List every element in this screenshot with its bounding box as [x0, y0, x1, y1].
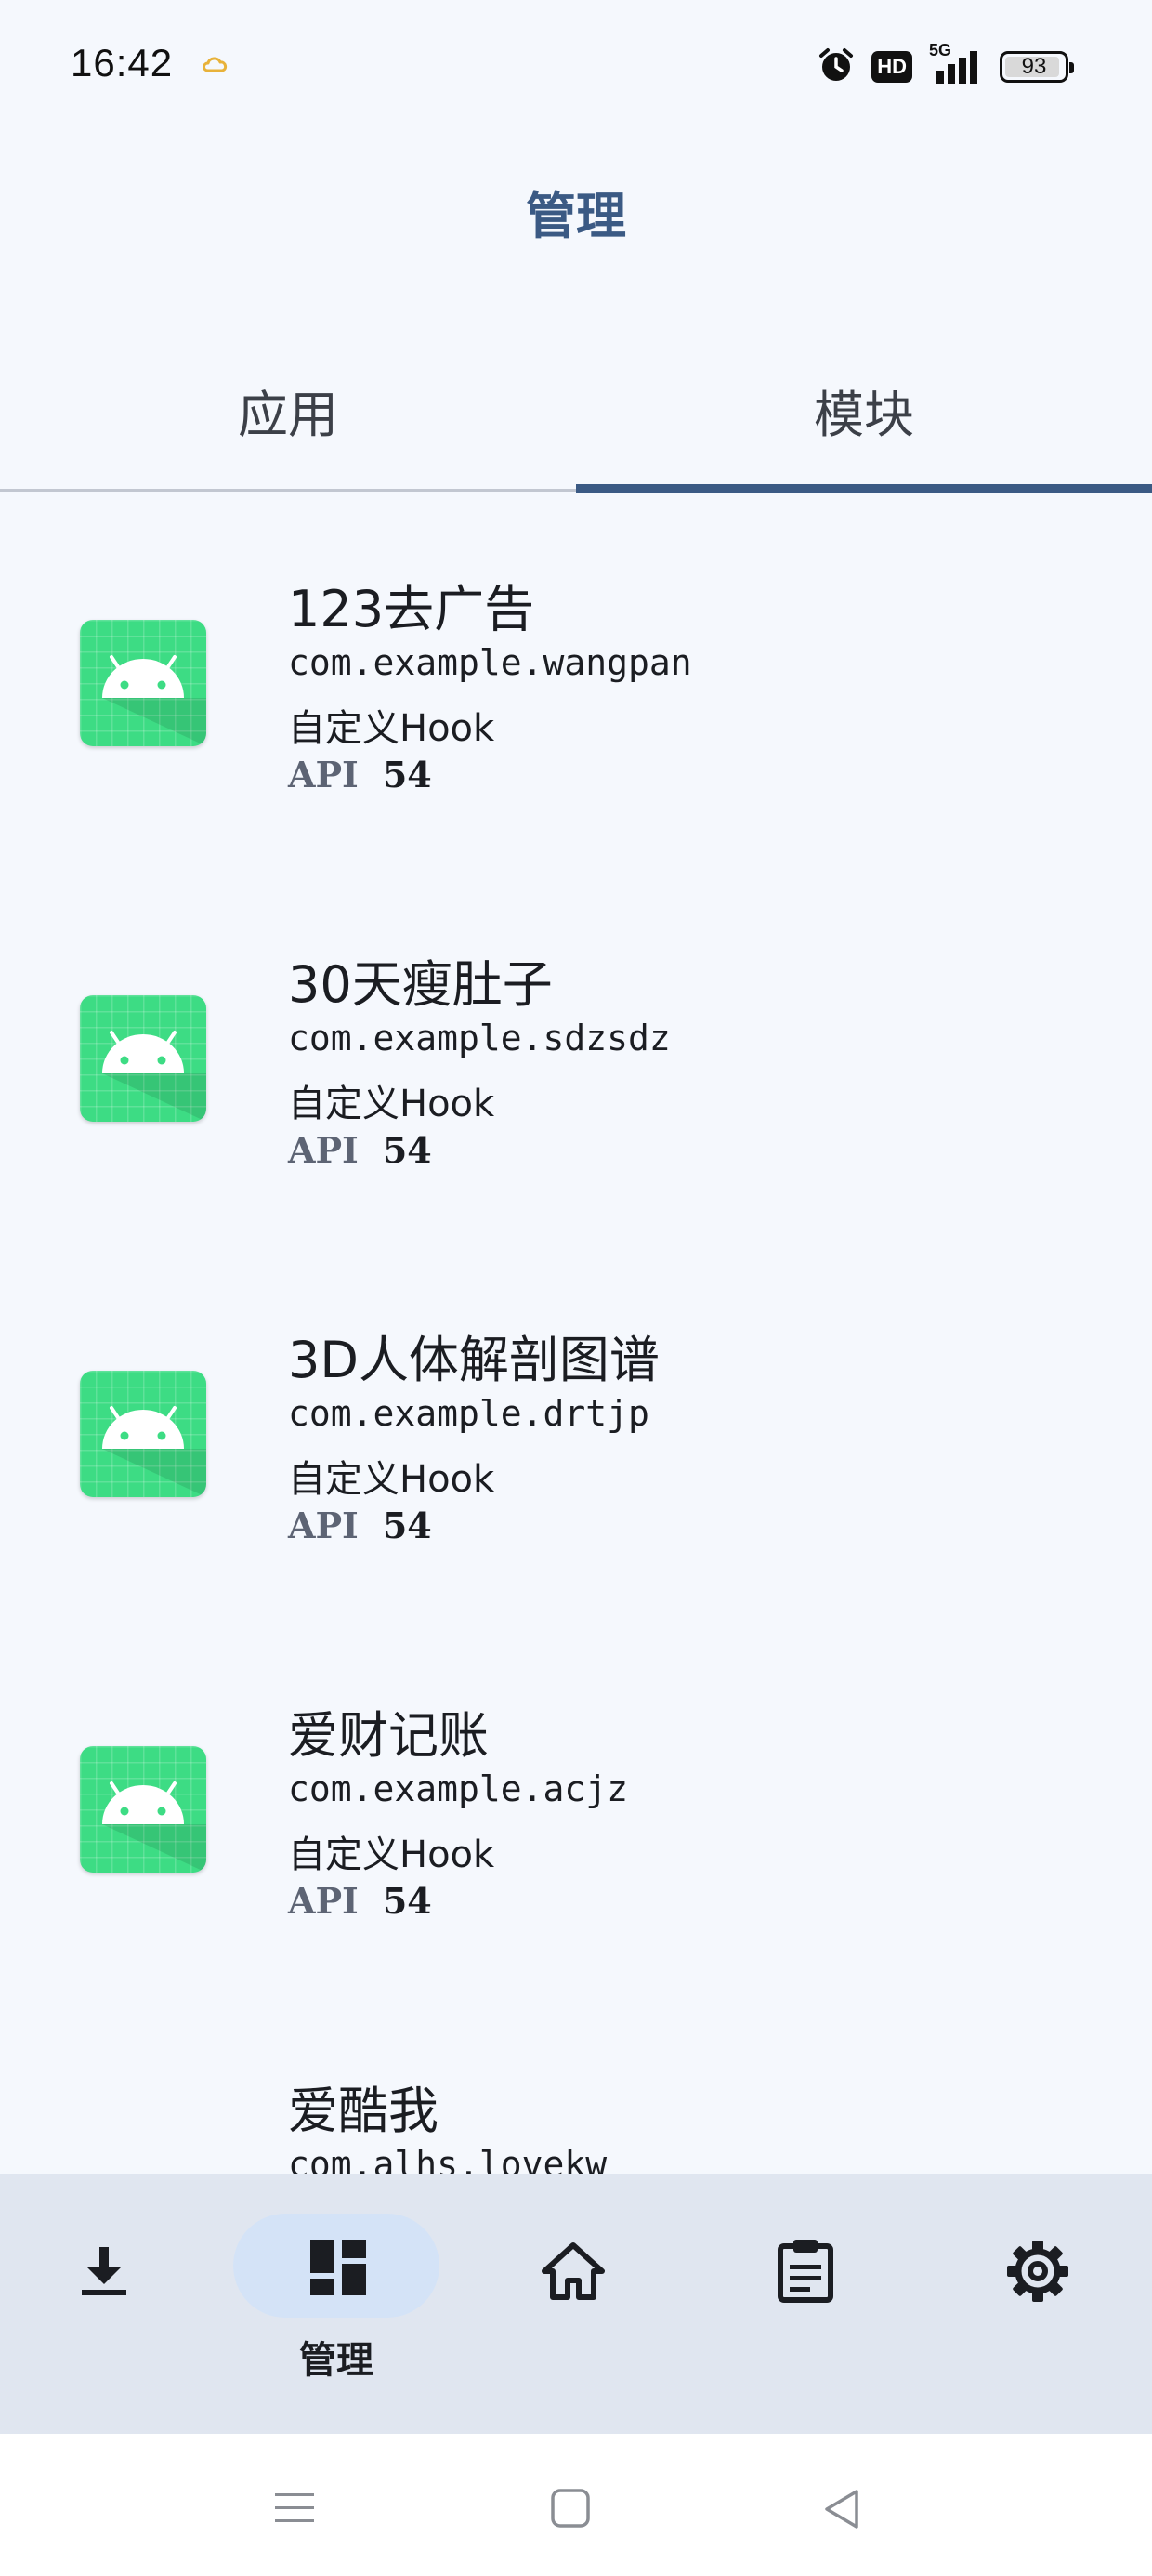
module-package: com.example.acjz [288, 1768, 629, 1809]
clipboard-icon [778, 2240, 833, 2303]
alarm-icon [818, 46, 855, 87]
module-description: 自定义Hook [288, 707, 495, 750]
list-item[interactable]: 爱酷我 com.alhs.lovekw [0, 1995, 1152, 2174]
module-api: API 54 [288, 1129, 432, 1171]
api-value: 54 [382, 1505, 432, 1546]
module-package: com.example.wangpan [288, 642, 692, 683]
api-label: API [288, 1880, 359, 1922]
api-value: 54 [382, 1129, 432, 1171]
api-label: API [288, 754, 359, 795]
module-name: 3D人体解剖图谱 [288, 1331, 660, 1389]
cloud-icon [200, 54, 231, 78]
status-time: 16:42 [71, 41, 174, 85]
nav-manage[interactable]: 管理 [204, 2174, 468, 2434]
nav-logs[interactable] [691, 2174, 922, 2434]
download-icon [82, 2247, 126, 2295]
menu-icon[interactable] [273, 2490, 316, 2527]
battery-indicator: 93 [1000, 51, 1074, 83]
battery-level: 93 [1021, 54, 1047, 79]
module-api: API 54 [288, 1880, 432, 1922]
android-icon [80, 1371, 206, 1497]
system-navigation-bar [0, 2434, 1152, 2576]
android-icon [80, 1746, 206, 1873]
android-icon [80, 620, 206, 746]
back-icon[interactable] [821, 2488, 862, 2530]
signal-5g-icon: 5G [929, 41, 983, 85]
module-package: com.example.drtjp [288, 1393, 649, 1434]
nav-manage-label: 管理 [299, 2339, 373, 2382]
module-name: 30天瘦肚子 [288, 955, 553, 1014]
hd-badge: HD [871, 51, 912, 83]
home-button-icon[interactable] [550, 2488, 591, 2529]
module-name: 123去广告 [288, 580, 535, 638]
module-description: 自定义Hook [288, 1083, 495, 1125]
api-value: 54 [382, 754, 432, 795]
page-title: 管理 [526, 187, 626, 245]
module-name: 爱财记账 [288, 1706, 489, 1765]
dashboard-icon [310, 2240, 366, 2295]
nav-home[interactable] [461, 2174, 691, 2434]
module-description: 自定义Hook [288, 1458, 495, 1501]
module-description: 自定义Hook [288, 1833, 495, 1876]
home-icon [542, 2242, 605, 2300]
module-api: API 54 [288, 1505, 432, 1546]
manager-screen: 16:42 HD 5G 93 管理 应用 模块 123去广告 com.examp… [0, 0, 1152, 2576]
api-value: 54 [382, 1880, 432, 1922]
bottom-navigation: 管理 [0, 2174, 1152, 2434]
android-icon [80, 995, 206, 1122]
list-item[interactable]: 爱财记账 com.example.acjz 自定义Hook API 54 [0, 1620, 1152, 1995]
tab-modules[interactable]: 模块 [576, 344, 1152, 493]
tab-apps-label: 应用 [238, 386, 338, 444]
module-list[interactable]: 123去广告 com.example.wangpan 自定义Hook API 54… [0, 493, 1152, 2174]
tab-bar: 应用 模块 [0, 344, 1152, 493]
module-name: 爱酷我 [288, 2082, 439, 2140]
list-item[interactable]: 3D人体解剖图谱 com.example.drtjp 自定义Hook API 54 [0, 1244, 1152, 1620]
list-item[interactable]: 123去广告 com.example.wangpan 自定义Hook API 54 [0, 493, 1152, 869]
api-label: API [288, 1129, 359, 1171]
tab-modules-label: 模块 [814, 386, 914, 444]
status-bar: 16:42 HD 5G 93 [0, 0, 1152, 139]
nav-download[interactable] [0, 2174, 230, 2434]
module-package: com.example.sdzsdz [288, 1018, 671, 1058]
status-indicators: HD 5G 93 [818, 41, 1074, 87]
list-item[interactable]: 30天瘦肚子 com.example.sdzsdz 自定义Hook API 54 [0, 869, 1152, 1244]
tab-indicator [576, 484, 1152, 493]
module-api: API 54 [288, 754, 432, 795]
module-package: com.alhs.lovekw [288, 2144, 608, 2174]
nav-settings[interactable] [922, 2174, 1152, 2434]
api-label: API [288, 1505, 359, 1546]
gear-icon [1007, 2241, 1068, 2302]
tab-apps[interactable]: 应用 [0, 344, 576, 493]
